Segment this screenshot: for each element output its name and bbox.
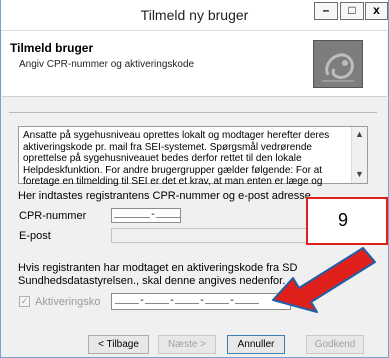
scroll-down-icon[interactable]: ▼ (354, 169, 365, 181)
divider (9, 112, 377, 113)
back-button[interactable]: < Tilbage (88, 335, 149, 354)
maximize-button[interactable]: □ (340, 2, 364, 20)
info-textbox[interactable]: Ansatte på sygehusniveau oprettes lokalt… (18, 126, 368, 187)
wizard-header: Tilmeld bruger Angiv CPR-nummer og aktiv… (2, 31, 387, 97)
header-subtitle: Angiv CPR-nummer og aktiveringskode (19, 59, 195, 70)
annotation-callout: 9 (306, 197, 388, 245)
dialog-window: Tilmeld ny bruger – □ x Tilmeld bruger A… (0, 0, 389, 358)
info-line: Ansatte på sygehusniveau oprettes lokalt… (23, 130, 330, 141)
scroll-up-icon[interactable]: ▲ (354, 129, 365, 141)
logo-icon (313, 40, 363, 88)
approve-button[interactable]: Godkend (306, 335, 364, 354)
info-line: oprettelse på sygehusniveauet bedes derf… (23, 153, 302, 164)
activation-label: Aktiveringsko (35, 296, 101, 308)
form-intro: Her indtastes registrantens CPR-nummer o… (18, 190, 314, 202)
activation-info-line: Hvis registranten har modtaget en aktive… (18, 262, 298, 274)
minimize-button[interactable]: – (314, 2, 338, 20)
annotation-number: 9 (338, 210, 349, 230)
cancel-button[interactable]: Annuller (227, 335, 285, 354)
close-button[interactable]: x (365, 2, 388, 20)
title-bar[interactable]: Tilmeld ny bruger – □ x (1, 0, 388, 31)
next-button[interactable]: Næste > (158, 335, 216, 354)
info-line: foretage en tilmelding til SEI er det et… (23, 176, 323, 187)
cpr-label: CPR-nummer (19, 210, 87, 222)
activation-info-line: Sundhedsdatastyrelsen., skal denne angiv… (18, 275, 286, 287)
cpr-input[interactable]: ______-____ (111, 208, 181, 223)
email-label: E-post (19, 230, 51, 242)
header-title: Tilmeld bruger (10, 41, 94, 55)
info-scrollbar[interactable]: ▲ ▼ (351, 127, 367, 183)
annotation-arrow-icon (272, 247, 376, 313)
info-text: Ansatte på sygehusniveau oprettes lokalt… (23, 130, 351, 188)
info-line: Helpdeskfunktion. For andre brugergruppe… (23, 164, 323, 176)
activation-checkbox[interactable]: ✓ (19, 296, 30, 307)
info-line: aktiveringskode pr. mail fra SEI-systeme… (23, 141, 312, 153)
activation-code-input[interactable]: ____-____-____-____-____ (111, 293, 291, 310)
